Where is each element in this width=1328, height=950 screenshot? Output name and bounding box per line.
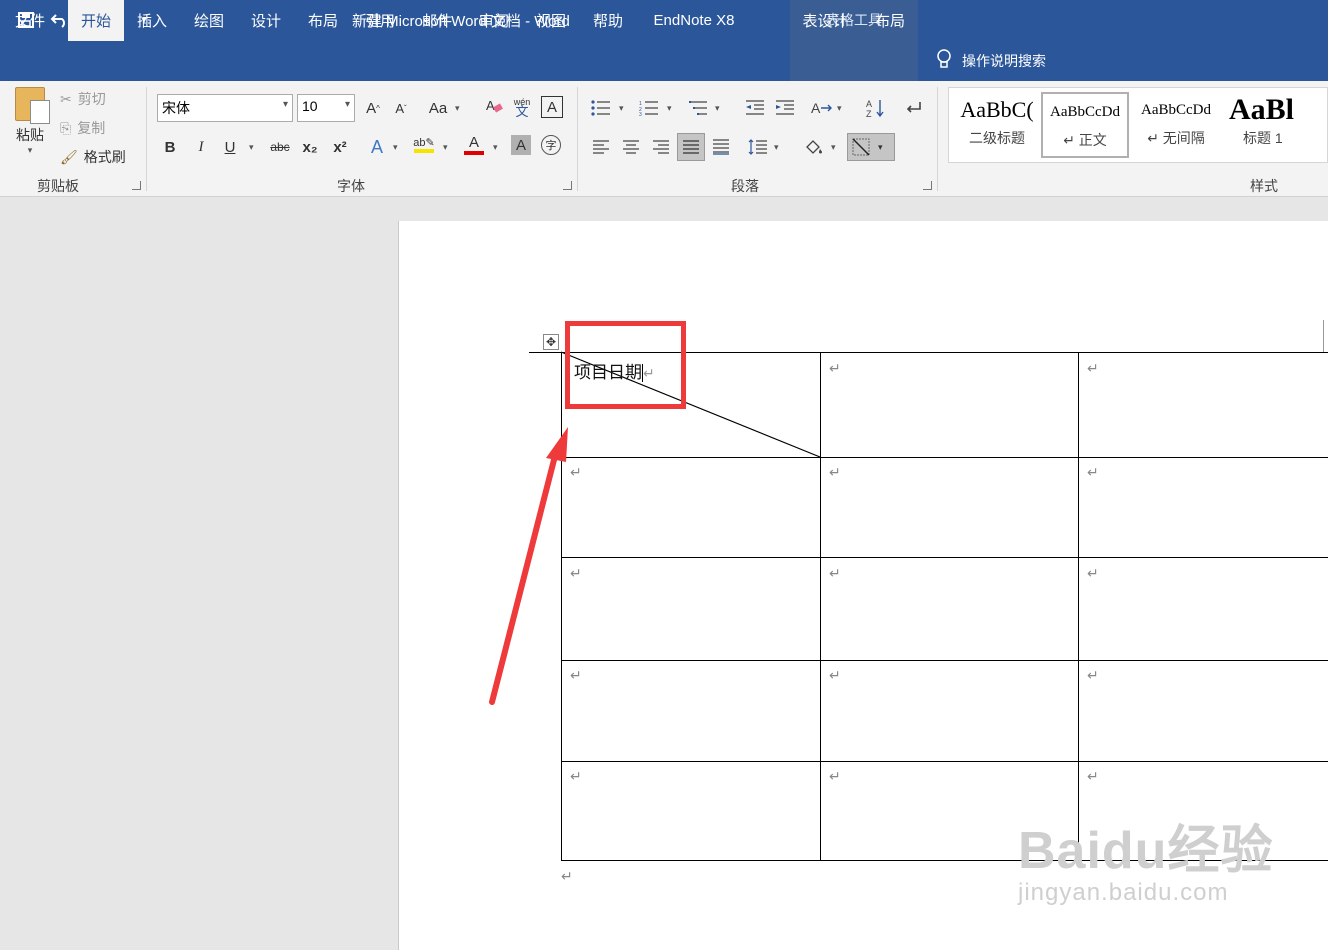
- baidu-watermark: Baidu经验 jingyan.baidu.com: [1018, 808, 1273, 907]
- watermark-logo: Baidu经验: [1018, 822, 1274, 880]
- watermark-url: jingyan.baidu.com: [1018, 879, 1229, 906]
